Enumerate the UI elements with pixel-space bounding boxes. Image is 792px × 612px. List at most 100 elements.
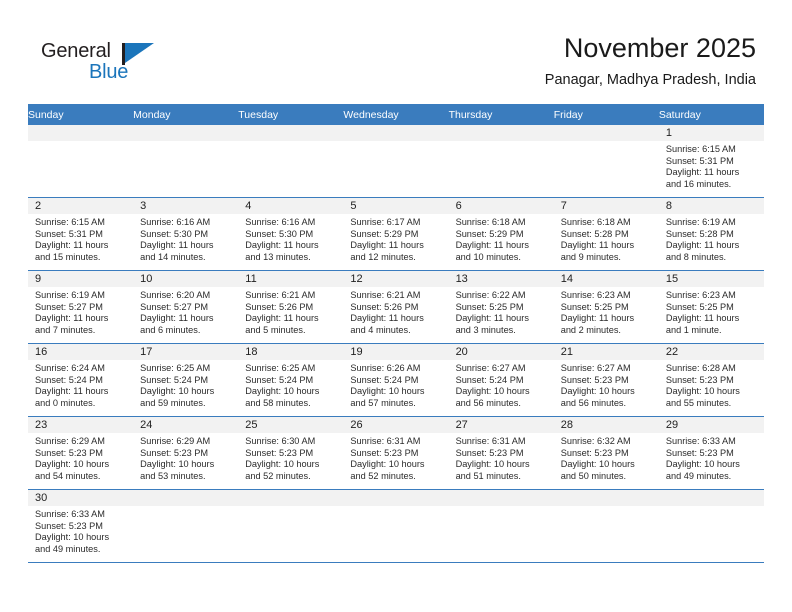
day-number: 28 xyxy=(553,417,659,433)
day-detail-line: and 12 minutes. xyxy=(350,251,416,262)
general-blue-logo[interactable]: General Blue xyxy=(41,40,221,88)
day-detail-line: Sunset: 5:23 PM xyxy=(350,447,419,458)
day-detail-line: Daylight: 10 hours xyxy=(35,459,110,470)
day-details: Sunrise: 6:15 AM Sunset: 5:31 PM Daylight:… xyxy=(28,214,133,263)
day-detail-line: Daylight: 10 hours xyxy=(455,459,530,470)
day-detail-line: and 50 minutes. xyxy=(560,470,627,481)
day-detail-line: Sunrise: 6:33 AM xyxy=(665,436,736,446)
day-details: Sunrise: 6:18 AM Sunset: 5:29 PM Daylight:… xyxy=(449,214,554,263)
calendar-day-cell[interactable]: 4 Sunrise: 6:16 AM Sunset: 5:30 PM Daylight… xyxy=(238,197,344,271)
calendar-day-cell[interactable]: 29 Sunrise: 6:33 AM Sunset: 5:23 PM Dayligh… xyxy=(658,416,764,490)
day-number: 30 xyxy=(28,490,134,506)
calendar-day-cell[interactable]: 9 Sunrise: 6:19 AM Sunset: 5:27 PM Daylight… xyxy=(28,270,134,344)
calendar-day-cell[interactable]: 13 Sunrise: 6:22 AM Sunset: 5:25 PM Dayligh… xyxy=(448,270,554,344)
calendar-day-cell[interactable]: 6 Sunrise: 6:18 AM Sunset: 5:29 PM Daylight… xyxy=(448,197,554,271)
day-detail-line: Daylight: 11 hours xyxy=(560,313,635,324)
day-detail-line: Sunset: 5:25 PM xyxy=(665,301,734,312)
calendar-day-cell[interactable]: 27 Sunrise: 6:31 AM Sunset: 5:23 PM Dayligh… xyxy=(448,416,554,490)
calendar-day-cell[interactable]: 14 Sunrise: 6:23 AM Sunset: 5:25 PM Dayligh… xyxy=(553,270,659,344)
calendar-day-cell[interactable]: 12 Sunrise: 6:21 AM Sunset: 5:26 PM Dayligh… xyxy=(343,270,449,344)
calendar-empty-cell xyxy=(553,489,659,563)
calendar-day-cell[interactable]: 30 Sunrise: 6:33 AM Sunset: 5:23 PM Dayligh… xyxy=(28,489,134,563)
day-detail-line: Sunset: 5:28 PM xyxy=(560,228,629,239)
day-detail-line: Sunset: 5:31 PM xyxy=(35,228,103,239)
calendar-empty-cell xyxy=(448,125,554,198)
calendar-day-cell[interactable]: 18 Sunrise: 6:25 AM Sunset: 5:24 PM Dayligh… xyxy=(238,343,344,417)
day-number: 21 xyxy=(553,344,659,360)
page-title: November 2025 xyxy=(563,33,756,63)
day-detail-line: Sunrise: 6:20 AM xyxy=(140,290,211,300)
day-number: 17 xyxy=(133,344,239,360)
calendar-day-cell[interactable]: 5 Sunrise: 6:17 AM Sunset: 5:29 PM Daylight… xyxy=(343,197,449,271)
calendar-day-cell[interactable]: 22 Sunrise: 6:28 AM Sunset: 5:23 PM Dayligh… xyxy=(658,343,764,417)
calendar-day-cell[interactable]: 19 Sunrise: 6:26 AM Sunset: 5:24 PM Dayligh… xyxy=(343,343,449,417)
day-number xyxy=(238,490,344,506)
calendar-day-cell[interactable]: 25 Sunrise: 6:30 AM Sunset: 5:23 PM Dayligh… xyxy=(238,416,344,490)
day-details: Sunrise: 6:33 AM Sunset: 5:23 PM Daylight:… xyxy=(659,433,764,482)
day-details: Sunrise: 6:31 AM Sunset: 5:23 PM Daylight:… xyxy=(343,433,448,482)
day-detail-line: Daylight: 10 hours xyxy=(140,459,215,470)
day-number xyxy=(553,125,659,141)
day-detail-line: Sunrise: 6:21 AM xyxy=(350,290,421,300)
calendar-day-cell[interactable]: 15 Sunrise: 6:23 AM Sunset: 5:25 PM Dayligh… xyxy=(658,270,764,344)
calendar-day-cell[interactable]: 3 Sunrise: 6:16 AM Sunset: 5:30 PM Daylight… xyxy=(133,197,239,271)
calendar-day-cell[interactable]: 17 Sunrise: 6:25 AM Sunset: 5:24 PM Dayligh… xyxy=(133,343,239,417)
calendar-day-cell[interactable]: 21 Sunrise: 6:27 AM Sunset: 5:23 PM Dayligh… xyxy=(553,343,659,417)
calendar-week-row: 1 Sunrise: 6:15 AM Sunset: 5:31 PM Daylight… xyxy=(28,125,764,198)
day-number: 16 xyxy=(28,344,134,360)
calendar-day-cell[interactable]: 24 Sunrise: 6:29 AM Sunset: 5:23 PM Dayligh… xyxy=(133,416,239,490)
day-detail-line: Sunrise: 6:18 AM xyxy=(455,217,526,227)
logo-text-general: General xyxy=(41,40,111,62)
calendar-week-row: 30 Sunrise: 6:33 AM Sunset: 5:23 PM Dayligh… xyxy=(28,489,764,563)
day-detail-line: Daylight: 11 hours xyxy=(665,240,740,251)
day-number xyxy=(133,490,239,506)
calendar-day-cell[interactable]: 28 Sunrise: 6:32 AM Sunset: 5:23 PM Dayligh… xyxy=(553,416,659,490)
day-detail-line: Sunset: 5:31 PM xyxy=(665,155,734,166)
day-detail-line: Sunset: 5:23 PM xyxy=(455,447,524,458)
day-number: 13 xyxy=(448,271,554,287)
logo-flag-icon xyxy=(125,43,154,63)
calendar-day-cell[interactable]: 16 Sunrise: 6:24 AM Sunset: 5:24 PM Dayligh… xyxy=(28,343,134,417)
day-number: 3 xyxy=(133,198,239,214)
day-detail-line: Sunrise: 6:16 AM xyxy=(245,217,316,227)
day-details: Sunrise: 6:33 AM Sunset: 5:23 PM Daylight:… xyxy=(28,506,133,555)
day-detail-line: Sunset: 5:23 PM xyxy=(35,520,103,531)
day-details: Sunrise: 6:16 AM Sunset: 5:30 PM Daylight:… xyxy=(133,214,238,263)
weekday-header-friday: Friday xyxy=(553,104,659,125)
day-details: Sunrise: 6:17 AM Sunset: 5:29 PM Daylight:… xyxy=(343,214,448,263)
day-detail-line: Sunrise: 6:23 AM xyxy=(560,290,631,300)
day-detail-line: Daylight: 10 hours xyxy=(665,386,740,397)
day-detail-line: Sunrise: 6:31 AM xyxy=(350,436,421,446)
day-detail-line: Daylight: 10 hours xyxy=(560,459,635,470)
calendar-week-row: 9 Sunrise: 6:19 AM Sunset: 5:27 PM Daylight… xyxy=(28,270,764,344)
day-detail-line: and 9 minutes. xyxy=(560,251,621,262)
calendar-day-cell[interactable]: 11 Sunrise: 6:21 AM Sunset: 5:26 PM Dayligh… xyxy=(238,270,344,344)
day-details: Sunrise: 6:26 AM Sunset: 5:24 PM Daylight:… xyxy=(343,360,448,409)
day-detail-line: Sunset: 5:26 PM xyxy=(350,301,419,312)
calendar-day-cell[interactable]: 10 Sunrise: 6:20 AM Sunset: 5:27 PM Dayligh… xyxy=(133,270,239,344)
day-number: 20 xyxy=(448,344,554,360)
day-detail-line: Daylight: 11 hours xyxy=(350,313,424,324)
calendar-day-cell[interactable]: 7 Sunrise: 6:18 AM Sunset: 5:28 PM Daylight… xyxy=(553,197,659,271)
day-detail-line: Daylight: 11 hours xyxy=(665,313,740,324)
day-detail-line: Daylight: 11 hours xyxy=(35,240,109,251)
calendar-day-cell[interactable]: 26 Sunrise: 6:31 AM Sunset: 5:23 PM Dayligh… xyxy=(343,416,449,490)
day-detail-line: Sunset: 5:23 PM xyxy=(245,447,314,458)
day-detail-line: Sunset: 5:25 PM xyxy=(455,301,524,312)
calendar-day-cell[interactable]: 2 Sunrise: 6:15 AM Sunset: 5:31 PM Daylight… xyxy=(28,197,134,271)
calendar-day-cell[interactable]: 1 Sunrise: 6:15 AM Sunset: 5:31 PM Daylight… xyxy=(658,125,764,198)
calendar-empty-cell xyxy=(28,125,134,198)
day-detail-line: Sunrise: 6:19 AM xyxy=(35,290,105,300)
calendar-day-cell[interactable]: 23 Sunrise: 6:29 AM Sunset: 5:23 PM Dayligh… xyxy=(28,416,134,490)
calendar-day-cell[interactable]: 20 Sunrise: 6:27 AM Sunset: 5:24 PM Dayligh… xyxy=(448,343,554,417)
day-detail-line: Sunrise: 6:17 AM xyxy=(350,217,421,227)
day-details: Sunrise: 6:29 AM Sunset: 5:23 PM Daylight:… xyxy=(28,433,133,482)
day-details: Sunrise: 6:15 AM Sunset: 5:31 PM Daylight:… xyxy=(659,141,764,190)
day-detail-line: Daylight: 11 hours xyxy=(455,313,529,324)
day-detail-line: Daylight: 10 hours xyxy=(35,532,110,543)
day-number: 9 xyxy=(28,271,134,287)
day-detail-line: Sunrise: 6:18 AM xyxy=(560,217,631,227)
day-detail-line: Sunrise: 6:29 AM xyxy=(140,436,211,446)
day-detail-line: Sunset: 5:23 PM xyxy=(560,447,629,458)
calendar-day-cell[interactable]: 8 Sunrise: 6:19 AM Sunset: 5:28 PM Daylight… xyxy=(658,197,764,271)
